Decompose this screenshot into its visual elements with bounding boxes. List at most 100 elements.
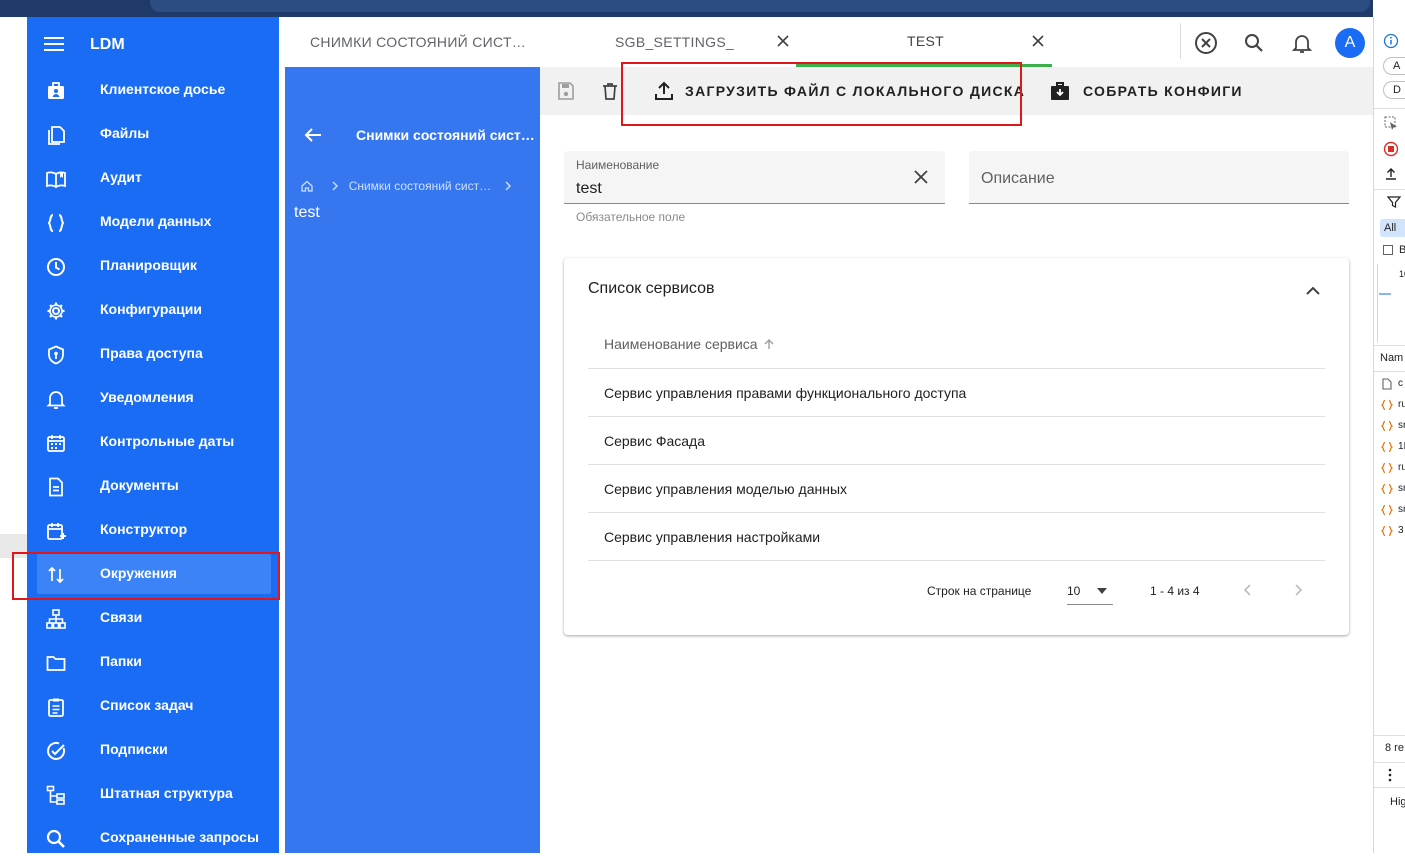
desktop-edge <box>0 17 27 853</box>
list-item[interactable]: sr <box>1380 503 1405 519</box>
close-icon[interactable] <box>1031 34 1045 48</box>
sidebar-item[interactable]: Права доступа <box>27 334 279 374</box>
list-item[interactable]: 3 <box>1380 524 1405 540</box>
sidebar-item[interactable]: Штатная структура <box>27 774 279 814</box>
toolbar: ЗАГРУЗИТЬ ФАЙЛ С ЛОКАЛЬНОГО ДИСКА СОБРАТ… <box>540 62 1373 126</box>
sidebar-item[interactable]: Подписки <box>27 730 279 770</box>
list-item[interactable]: ru <box>1380 398 1405 414</box>
sidebar-item[interactable]: Сохраненные запросы <box>27 818 279 858</box>
chevron-right-icon[interactable] <box>1290 582 1306 598</box>
description-input[interactable]: Описание <box>981 170 1055 188</box>
menu-icon[interactable] <box>44 36 64 52</box>
sidebar-item[interactable]: Контрольные даты <box>27 422 279 462</box>
bell-icon[interactable] <box>1290 31 1314 55</box>
folder-icon <box>46 656 66 671</box>
list-item[interactable]: sr <box>1380 419 1405 435</box>
sidebar-item[interactable]: Список задач <box>27 686 279 726</box>
user-avatar[interactable]: A <box>1335 28 1365 58</box>
services-card: Список сервисов Наименование сервиса Сер… <box>564 258 1349 635</box>
devtools-button-d[interactable]: D <box>1383 81 1405 99</box>
name-field[interactable]: Наименование test <box>564 151 945 204</box>
tab-snapshots[interactable]: СНИМКИ СОСТОЯНИЙ СИСТ… <box>284 17 544 67</box>
description-field[interactable]: Описание <box>969 151 1349 204</box>
upload-icon[interactable] <box>1383 166 1399 182</box>
list-item[interactable]: 1I <box>1380 440 1405 456</box>
check-circle-icon <box>47 741 66 760</box>
clock-icon <box>47 258 65 276</box>
tab-divider <box>1180 23 1181 59</box>
list-item[interactable]: ru <box>1380 461 1405 477</box>
bell-icon <box>46 391 66 409</box>
rows-per-page-value: 10 <box>1067 584 1081 598</box>
devtools-checkbox[interactable] <box>1383 245 1393 255</box>
devtools-button-a[interactable]: A <box>1383 57 1405 75</box>
sidebar-item-label: Список задач <box>100 697 194 713</box>
list-item[interactable]: c <box>1380 377 1405 393</box>
chevron-left-icon[interactable] <box>1240 582 1256 598</box>
sidebar-item[interactable]: Документы <box>27 466 279 506</box>
close-icon[interactable] <box>776 34 790 48</box>
column-header-service-name[interactable]: Наименование сервиса <box>604 336 758 352</box>
build-configs-button[interactable]: СОБРАТЬ КОНФИГИ <box>1036 67 1246 115</box>
sidebar-item[interactable]: Аудит <box>27 158 279 198</box>
sidebar-item[interactable]: Конфигурации <box>27 290 279 330</box>
tab-bar: СНИМКИ СОСТОЯНИЙ СИСТ… SGB_SETTINGS_ TES… <box>284 17 1372 68</box>
script-icon <box>1381 525 1393 537</box>
sidebar-item[interactable]: Клиентское досье <box>27 70 279 110</box>
name-input[interactable]: test <box>576 180 602 198</box>
devtools-panel: A D All B 100 Nam c ru sr 1I ru sr sr 3 8 re Hi… <box>1373 17 1405 853</box>
script-icon <box>1381 504 1393 516</box>
sidebar-item-label: Связи <box>100 609 143 625</box>
table-row[interactable]: Сервис Фасада <box>588 417 1325 465</box>
sidebar-item[interactable]: Файлы <box>27 114 279 154</box>
info-icon[interactable] <box>1383 33 1399 49</box>
sidebar-item-label: Модели данных <box>100 213 212 229</box>
inspect-icon[interactable] <box>1383 115 1399 131</box>
devtools-footer-label: Hig <box>1390 796 1405 808</box>
services-card-title: Список сервисов <box>588 280 715 297</box>
sidebar-item[interactable]: Уведомления <box>27 378 279 418</box>
request-name: 3 <box>1398 525 1404 536</box>
list-item[interactable]: sr <box>1380 482 1405 498</box>
delete-icon[interactable] <box>600 81 620 101</box>
tab-sgb-settings[interactable]: SGB_SETTINGS_ <box>596 17 796 67</box>
save-icon[interactable] <box>556 81 576 101</box>
sidebar-item-label: Документы <box>100 477 179 493</box>
breadcrumb-item[interactable]: Снимки состояний сист… <box>349 179 491 193</box>
sidebar-item[interactable]: Папки <box>27 642 279 682</box>
sidebar: LDM Клиентское досье Файлы Аудит Модели дан… <box>12 17 280 853</box>
filter-icon[interactable] <box>1387 195 1401 209</box>
chevron-right-icon <box>331 181 339 191</box>
sidebar-item-label: Контрольные даты <box>100 433 235 449</box>
table-row[interactable]: Сервис управления правами функциональног… <box>588 369 1325 417</box>
rows-per-page-select[interactable]: 10 <box>1067 576 1113 605</box>
search-icon[interactable] <box>1242 31 1266 55</box>
list-item[interactable]: test <box>294 204 320 222</box>
close-circle-icon[interactable] <box>1194 31 1218 55</box>
table-row[interactable]: Сервис управления настройками <box>588 513 1325 561</box>
clear-icon[interactable] <box>913 169 929 185</box>
structure-icon <box>46 785 65 805</box>
table-cell-service-name: Сервис Фасада <box>604 433 706 449</box>
sidebar-item[interactable]: Модели данных <box>27 202 279 242</box>
sub-panel-title: Снимки состояний сист… <box>356 127 535 143</box>
table-row[interactable]: Сервис управления моделью данных <box>588 465 1325 513</box>
request-name: c <box>1398 378 1403 389</box>
sort-arrow-up-icon[interactable] <box>762 337 776 351</box>
sidebar-item-label: Аудит <box>100 169 142 185</box>
rows-per-page-label: Строк на странице <box>927 584 1032 598</box>
record-stop-icon[interactable] <box>1383 141 1399 157</box>
highlight-box-nav <box>12 552 280 600</box>
sidebar-item-label: Уведомления <box>100 389 194 405</box>
tab-test[interactable]: TEST <box>796 17 1052 67</box>
more-vertical-icon[interactable] <box>1387 768 1393 782</box>
arrow-back-icon[interactable] <box>303 125 323 145</box>
table-header: Наименование сервиса <box>588 320 1325 369</box>
sidebar-item[interactable]: Связи <box>27 598 279 638</box>
sidebar-item[interactable]: Конструктор <box>27 510 279 550</box>
script-icon <box>1381 441 1393 453</box>
home-icon[interactable] <box>300 179 314 193</box>
filter-all-chip[interactable]: All <box>1380 219 1405 237</box>
sidebar-item[interactable]: Планировщик <box>27 246 279 286</box>
chevron-up-icon[interactable] <box>1302 280 1324 302</box>
